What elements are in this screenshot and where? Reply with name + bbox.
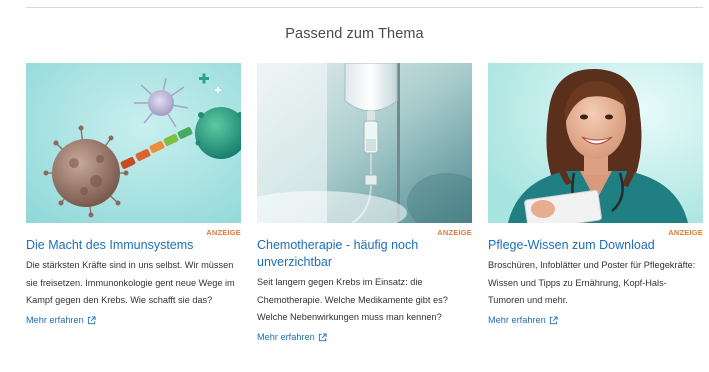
ad-label: ANZEIGE <box>437 228 472 237</box>
article-card-immune-system: ANZEIGE Die Macht des Immunsystems Die s… <box>26 63 241 328</box>
external-link-icon <box>87 315 96 324</box>
card-title-link[interactable]: Die Macht des Immunsystems <box>26 237 241 254</box>
article-card-nursing-knowledge: ANZEIGE Pflege-Wissen zum Download Brosc… <box>488 63 703 328</box>
section-title: Passend zum Thema <box>285 26 424 42</box>
more-link[interactable]: Mehr erfahren <box>257 330 327 345</box>
ad-label: ANZEIGE <box>206 228 241 237</box>
more-link-label: Mehr erfahren <box>257 331 315 342</box>
external-link-icon <box>318 332 327 341</box>
card-image-iv-drip[interactable] <box>257 63 472 223</box>
more-link[interactable]: Mehr erfahren <box>488 313 558 328</box>
card-image-nurse[interactable] <box>488 63 703 223</box>
top-divider <box>26 7 703 8</box>
more-link-label: Mehr erfahren <box>26 314 84 325</box>
more-link[interactable]: Mehr erfahren <box>26 313 96 328</box>
card-title-link[interactable]: Chemotherapie - häufig noch unverzichtba… <box>257 237 472 271</box>
external-link-icon <box>549 315 558 324</box>
ad-label: ANZEIGE <box>668 228 703 237</box>
card-description: Seit langem gegen Krebs im Einsatz: die … <box>257 277 448 322</box>
card-description: Broschüren, Infoblätter und Poster für P… <box>488 260 696 305</box>
article-card-chemotherapy: ANZEIGE Chemotherapie - häufig noch unve… <box>257 63 472 345</box>
card-description: Die stärksten Kräfte sind in uns selbst.… <box>26 260 235 305</box>
more-link-label: Mehr erfahren <box>488 314 546 325</box>
card-title-link[interactable]: Pflege-Wissen zum Download <box>488 237 703 254</box>
card-image-immune-cells[interactable] <box>26 63 241 223</box>
